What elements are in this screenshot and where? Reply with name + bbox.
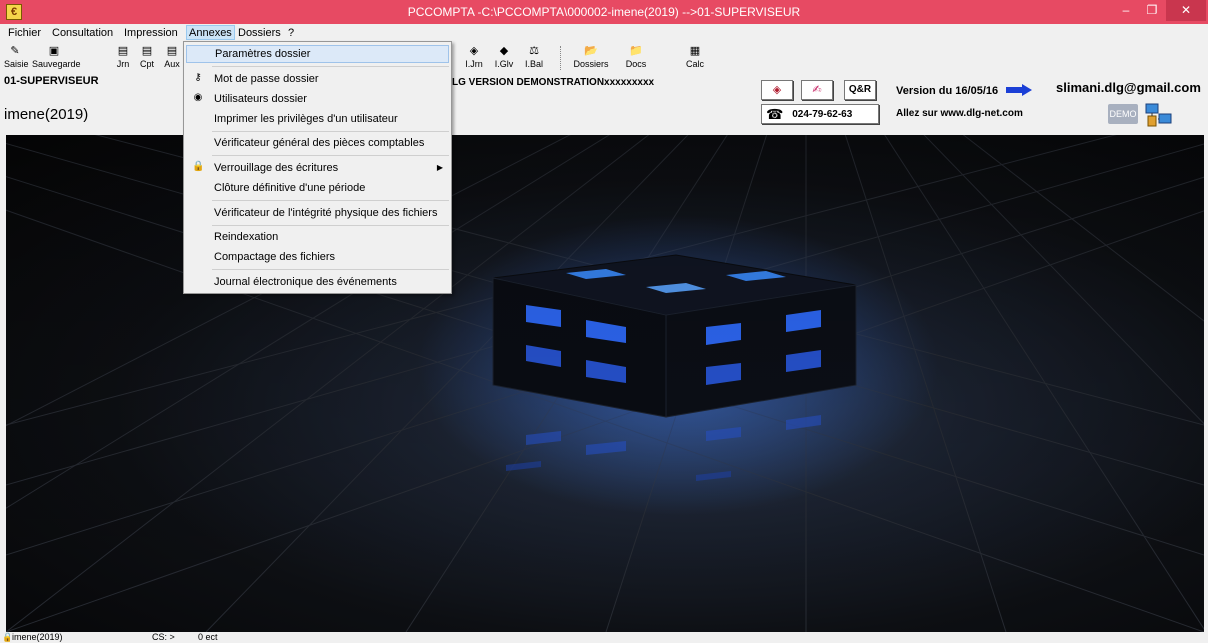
menu-item-cloture[interactable]: Clôture définitive d'une période [186,179,449,197]
maximize-button[interactable]: ❐ [1139,0,1165,21]
calc-button[interactable]: ▦ Calc [684,44,706,69]
demo-button[interactable]: DEMO [1108,104,1138,124]
menu-item-verrouillage[interactable]: 🔒 Verrouillage des écritures ▶ [186,159,449,177]
telephone-icon: ☎ [766,106,784,122]
info-strip: 01-SUPERVISEUR imene(2019) LG VERSION DE… [0,75,1208,135]
book-icon[interactable]: ◈ [761,80,793,100]
menu-separator [212,155,449,156]
menu-separator [212,269,449,270]
aux-button[interactable]: ▤ Aux [162,44,182,69]
iglv-button[interactable]: ◆ I.Glv [492,44,516,69]
demo-version-text: LG VERSION DEMONSTRATIONxxxxxxxxx [452,77,655,88]
open-folder-icon: 📁 [629,45,643,57]
menu-consultation[interactable]: Consultation [50,26,115,41]
submenu-arrow-icon: ▶ [436,163,443,172]
status-cs: CS: > [152,632,175,642]
menu-item-compactage[interactable]: Compactage des fichiers [186,248,449,266]
menu-separator [212,66,449,67]
saisie-button[interactable]: ✎ Saisie [4,44,29,69]
window-title: PCCOMPTA -C:\PCCOMPTA\000002-imene(2019)… [407,5,801,19]
balance-icon: ⚖ [529,45,539,57]
calculator-icon: ▦ [689,45,701,57]
version-label: Version du 16/05/16 [896,85,999,97]
users-icon: ◉ [193,92,203,103]
journal-icon: ▤ [117,45,129,57]
toolbar: ✎ Saisie ▣ Sauvegarde ▤ Jrn ▤ Cpt ▤ Aux … [0,42,1208,75]
phone-button[interactable]: ☎ 024-79-62-63 [761,104,879,124]
email-label[interactable]: slimani.dlg@gmail.com [1056,80,1201,95]
status-bar: 🔒 imene(2019) CS: > 0 ect [0,632,1208,643]
toolbar-separator [560,46,561,70]
menu-help[interactable]: ? [286,26,296,41]
menu-item-parametres-dossier[interactable]: Paramètres dossier [186,45,449,63]
docs-button[interactable]: 📁 Docs [624,44,648,69]
arrow-right-icon [1006,84,1032,96]
print-ledger-icon: ◆ [499,45,509,57]
annexes-dropdown-menu: Paramètres dossier ⚷ Mot de passe dossie… [183,41,452,294]
network-icon[interactable] [1144,102,1174,128]
ibal-button[interactable]: ⚖ I.Bal [522,44,546,69]
website-label[interactable]: Allez sur www.dlg-net.com [896,108,1023,119]
menu-item-journal-electronique[interactable]: Journal électronique des événements [186,273,449,291]
menu-item-reindexation[interactable]: Reindexation [186,228,449,246]
ijrn-button[interactable]: ◈ I.Jrn [462,44,486,69]
menu-item-mot-de-passe[interactable]: ⚷ Mot de passe dossier [186,70,449,88]
menu-separator [212,200,449,201]
account-icon: ▤ [141,45,153,57]
cpt-button[interactable]: ▤ Cpt [138,44,156,69]
user-label: 01-SUPERVISEUR [4,75,99,87]
print-journal-icon: ◈ [469,45,479,57]
menu-bar: Fichier Consultation Impression Annexes … [0,24,1208,42]
dossiers-button[interactable]: 📂 Dossiers [570,44,612,69]
menu-item-imprimer-privileges[interactable]: Imprimer les privilèges d'un utilisateur [186,110,449,128]
folder-icon: 📂 [584,45,598,57]
menu-fichier[interactable]: Fichier [6,26,43,41]
menu-impression[interactable]: Impression [122,26,180,41]
menu-item-utilisateurs[interactable]: ◉ Utilisateurs dossier [186,90,449,108]
jrn-button[interactable]: ▤ Jrn [114,44,132,69]
menu-item-verificateur-integrite[interactable]: Vérificateur de l'intégrité physique des… [186,204,449,222]
pencil-icon: ✎ [10,45,20,57]
menu-dossiers[interactable]: Dossiers [236,26,283,41]
sauvegarde-button[interactable]: ▣ Sauvegarde [32,44,81,69]
menu-item-verificateur-pieces[interactable]: Vérificateur général des pièces comptabl… [186,134,449,152]
lock-icon: 🔒 [192,161,205,172]
menu-annexes[interactable]: Annexes [186,25,235,40]
close-button[interactable]: ✕ [1166,0,1206,21]
key-icon: ⚷ [194,72,202,83]
minimize-button[interactable]: – [1113,0,1139,21]
person-icon[interactable]: ✍ [801,80,833,100]
auxiliary-icon: ▤ [166,45,178,57]
title-bar: € PCCOMPTA -C:\PCCOMPTA\000002-imene(201… [0,0,1208,24]
status-count: 0 ect [198,632,218,642]
status-dossier: imene(2019) [12,632,63,642]
qr-button[interactable]: Q&R [844,80,876,100]
lock-icon: 🔒 [2,632,10,642]
menu-separator [212,225,449,226]
menu-separator [212,131,449,132]
save-icon: ▣ [48,45,60,57]
dossier-label: imene(2019) [4,106,89,123]
